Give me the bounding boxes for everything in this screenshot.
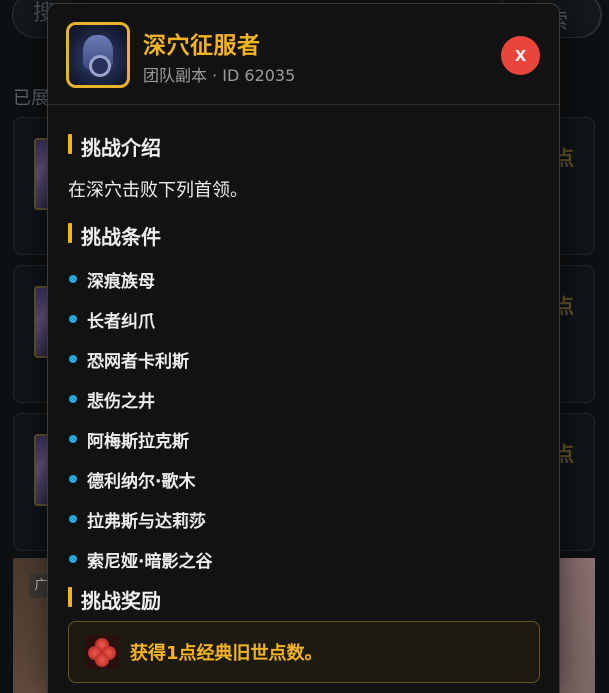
criteria-item: 恐网者卡利斯 bbox=[68, 339, 538, 379]
criteria-item: 悲伤之井 bbox=[68, 379, 538, 419]
achievement-icon bbox=[66, 22, 130, 88]
criteria-item: 深痕族母 bbox=[68, 259, 538, 299]
reward-heading: 挑战奖励 bbox=[68, 585, 161, 613]
criteria-item: 拉弗斯与达莉莎 bbox=[68, 499, 538, 539]
achievement-title: 深穴征服者 bbox=[143, 33, 261, 59]
bullet-icon bbox=[69, 355, 77, 363]
bullet-icon bbox=[69, 395, 77, 403]
bullet-icon bbox=[69, 435, 77, 443]
criteria-heading: 挑战条件 bbox=[68, 221, 161, 249]
reward-text: 获得1点经典旧世点数。 bbox=[130, 643, 323, 664]
reward-heading-label: 挑战奖励 bbox=[81, 589, 161, 613]
criteria-label: 拉弗斯与达莉莎 bbox=[87, 511, 206, 532]
flower-icon bbox=[85, 635, 119, 669]
criteria-item: 德利纳尔·歌木 bbox=[68, 459, 538, 499]
criteria-item: 索尼娅·暗影之谷 bbox=[68, 539, 538, 579]
criteria-label: 索尼娅·暗影之谷 bbox=[87, 551, 213, 572]
criteria-heading-label: 挑战条件 bbox=[81, 225, 161, 249]
heading-accent-bar bbox=[68, 134, 72, 154]
criteria-item: 长者纠爪 bbox=[68, 299, 538, 339]
criteria-label: 悲伤之井 bbox=[87, 391, 155, 412]
bullet-icon bbox=[69, 555, 77, 563]
criteria-label: 阿梅斯拉克斯 bbox=[87, 431, 189, 452]
achievement-icon-emblem bbox=[89, 55, 111, 77]
intro-text: 在深穴击败下列首领。 bbox=[68, 180, 248, 201]
intro-heading: 挑战介绍 bbox=[68, 132, 161, 160]
criteria-label: 深痕族母 bbox=[87, 271, 155, 292]
close-icon: x bbox=[514, 44, 527, 66]
criteria-label: 德利纳尔·歌木 bbox=[87, 471, 196, 492]
bullet-icon bbox=[69, 475, 77, 483]
bullet-icon bbox=[69, 315, 77, 323]
reward-box: 获得1点经典旧世点数。 bbox=[68, 621, 540, 683]
criteria-item: 阿梅斯拉克斯 bbox=[68, 419, 538, 459]
close-button[interactable]: x bbox=[501, 36, 540, 75]
modal-header: 深穴征服者 团队副本 · ID 62035 x bbox=[48, 4, 559, 105]
intro-heading-label: 挑战介绍 bbox=[81, 136, 161, 160]
achievement-detail-modal: 深穴征服者 团队副本 · ID 62035 x 挑战介绍 在深穴击败下列首领。 … bbox=[47, 3, 560, 693]
heading-accent-bar bbox=[68, 223, 72, 243]
heading-accent-bar bbox=[68, 587, 72, 607]
achievement-subtitle: 团队副本 · ID 62035 bbox=[143, 66, 296, 85]
criteria-list: 深痕族母 长者纠爪 恐网者卡利斯 悲伤之井 阿梅斯拉克斯 德利纳尔·歌木 拉弗斯… bbox=[68, 259, 538, 579]
bullet-icon bbox=[69, 515, 77, 523]
criteria-label: 长者纠爪 bbox=[87, 311, 155, 332]
section-label: 已展 bbox=[13, 88, 49, 109]
criteria-label: 恐网者卡利斯 bbox=[87, 351, 189, 372]
bullet-icon bbox=[69, 275, 77, 283]
